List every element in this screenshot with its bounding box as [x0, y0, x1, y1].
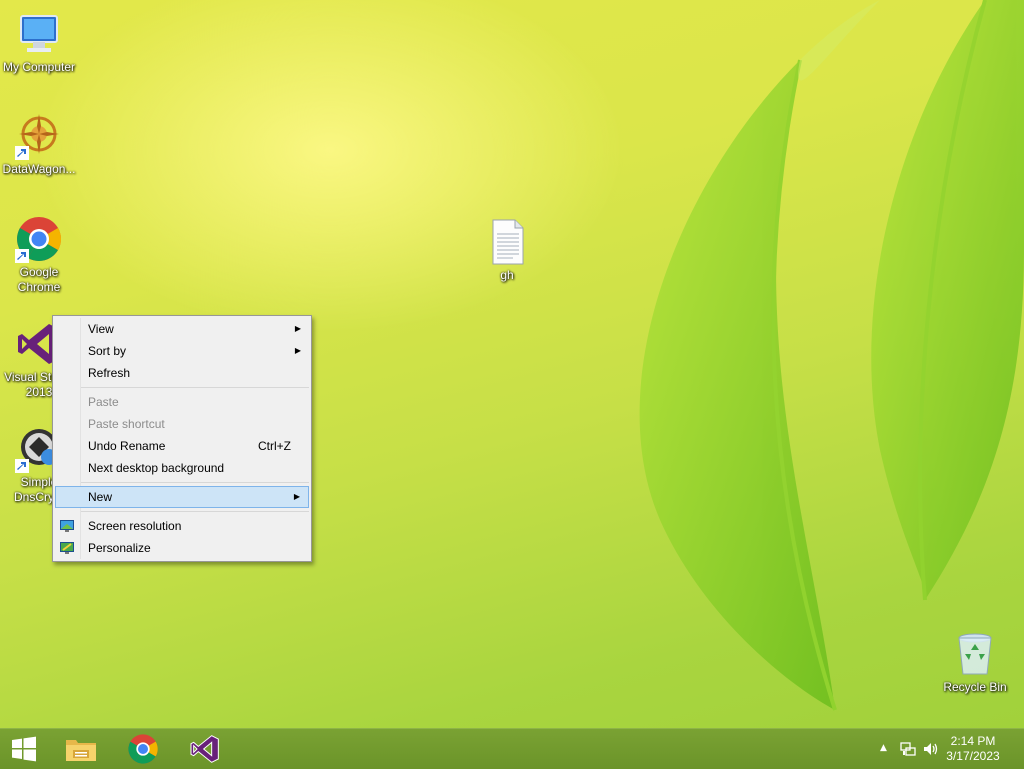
- submenu-arrow-icon: ▶: [294, 324, 301, 333]
- personalize-icon: [60, 542, 74, 554]
- menu-item-label: New: [88, 490, 113, 504]
- menu-item-next-desktop-background[interactable]: Next desktop background: [55, 457, 309, 479]
- taskbar-visual-studio[interactable]: [177, 729, 233, 769]
- chrome-icon: [15, 215, 63, 263]
- datawagon-icon: [15, 112, 63, 160]
- visual-studio-icon: [190, 735, 219, 763]
- menu-item-label: Sort by: [88, 344, 127, 358]
- taskbar: ▲ 2:14 PM 3/17/2023: [0, 728, 1024, 769]
- windows-logo-icon: [12, 736, 36, 762]
- menu-separator: [81, 511, 309, 512]
- desktop-context-menu: View ▶ Sort by ▶ Refresh Paste Paste sho…: [52, 315, 312, 562]
- menu-item-paste-shortcut[interactable]: Paste shortcut: [55, 413, 309, 435]
- folder-icon: [66, 740, 96, 761]
- clock-time: 2:14 PM: [950, 734, 996, 748]
- shortcut-arrow-icon: [15, 146, 29, 160]
- desktop-icon-label: Recycle Bin: [943, 680, 1007, 694]
- desktop-icon-label: Google Chrome: [17, 265, 61, 294]
- volume-icon[interactable]: [922, 741, 938, 757]
- menu-separator: [81, 387, 309, 388]
- menu-item-refresh[interactable]: Refresh: [55, 362, 309, 384]
- menu-item-label: Next desktop background: [88, 461, 225, 475]
- menu-separator: [81, 482, 309, 483]
- menu-item-label: Undo Rename: [88, 439, 166, 453]
- show-hidden-icons-chevron-up-icon[interactable]: ▲: [880, 743, 887, 753]
- computer-icon: [15, 10, 63, 58]
- menu-item-shortcut: Ctrl+Z: [258, 439, 291, 453]
- taskbar-google-chrome[interactable]: [115, 729, 171, 769]
- desktop-icon-label: gh: [500, 268, 514, 282]
- system-tray: ▲ 2:14 PM 3/17/2023: [844, 729, 1024, 769]
- taskbar-file-explorer[interactable]: [53, 729, 109, 769]
- menu-item-undo-rename[interactable]: Undo Rename Ctrl+Z: [55, 435, 309, 457]
- screen-resolution-icon: [60, 520, 74, 532]
- menu-item-sort-by[interactable]: Sort by ▶: [55, 340, 309, 362]
- menu-item-new[interactable]: New ▶: [55, 486, 309, 508]
- shortcut-arrow-icon: [15, 249, 29, 263]
- shortcut-arrow-icon: [15, 459, 29, 473]
- desktop-icon-recycle-bin[interactable]: Recycle Bin: [936, 630, 1014, 695]
- text-file-icon: [483, 218, 531, 266]
- network-icon[interactable]: [900, 741, 916, 757]
- menu-item-label: Paste shortcut: [88, 417, 165, 431]
- clock-date: 3/17/2023: [946, 749, 1000, 763]
- desktop-icon-google-chrome[interactable]: Google Chrome: [0, 215, 78, 295]
- desktop-icon-datawagon[interactable]: DataWagon...: [0, 112, 78, 177]
- desktop-icon-my-computer[interactable]: My Computer: [0, 10, 78, 75]
- menu-item-paste[interactable]: Paste: [55, 391, 309, 413]
- menu-item-label: Personalize: [88, 541, 151, 555]
- desktop-icon-gh-file[interactable]: gh: [468, 218, 546, 283]
- menu-item-personalize[interactable]: Personalize: [55, 537, 309, 559]
- menu-item-label: Refresh: [88, 366, 131, 380]
- submenu-arrow-icon: ▶: [293, 492, 300, 501]
- taskbar-clock[interactable]: 2:14 PM 3/17/2023: [938, 734, 1008, 764]
- menu-item-label: Paste: [88, 395, 119, 409]
- start-button[interactable]: [0, 729, 48, 769]
- chrome-icon: [128, 734, 158, 764]
- menu-item-view[interactable]: View ▶: [55, 318, 309, 340]
- menu-item-label: View: [88, 322, 114, 336]
- desktop-icon-label: My Computer: [2, 60, 76, 74]
- desktop-icon-label: DataWagon...: [2, 162, 76, 176]
- recycle-bin-icon: [951, 630, 999, 678]
- submenu-arrow-icon: ▶: [294, 346, 301, 355]
- menu-item-screen-resolution[interactable]: Screen resolution: [55, 515, 309, 537]
- menu-item-label: Screen resolution: [88, 519, 182, 533]
